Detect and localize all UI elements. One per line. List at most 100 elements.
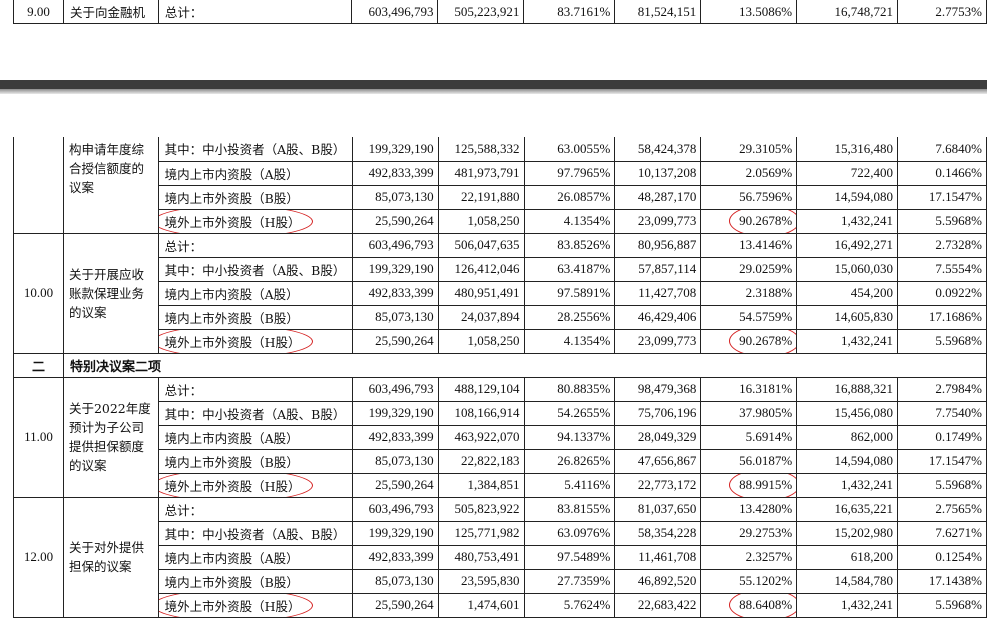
abstain-shares-cell: 15,060,030 — [796, 256, 899, 282]
value-text: 90.2678% — [739, 213, 793, 228]
for-pct-cell: 4.1354% — [523, 208, 616, 234]
seq-cell: 12.00 — [13, 496, 64, 618]
for-shares-cell: 1,058,250 — [437, 208, 525, 234]
against-shares-cell: 80,956,887 — [614, 232, 702, 258]
category-label: 境外上市外资股（H股） — [164, 334, 301, 350]
abstain-pct-cell: 7.7540% — [897, 400, 987, 426]
against-pct-cell: 56.0187% — [700, 448, 798, 474]
category-label: 境外上市外资股（H股） — [164, 478, 301, 494]
seq-cell: 10.00 — [13, 232, 64, 354]
for-shares-cell: 22,191,880 — [437, 184, 525, 210]
voting-results-table: 构申请年度综合授信额度的议案 其中：中小投资者（A股、B股） 199,329,190… — [13, 137, 987, 618]
abstain-shares-cell: 16,888,321 — [796, 376, 899, 402]
against-shares-cell: 10,137,208 — [614, 160, 702, 186]
category-cell: 境外上市外资股（H股） — [157, 328, 353, 354]
against-shares-cell: 81,524,151 — [614, 0, 702, 24]
highlighted-value: 90.2678% — [729, 330, 796, 352]
against-shares-cell: 98,479,368 — [614, 376, 702, 402]
against-pct-cell: 37.9805% — [700, 400, 798, 426]
abstain-pct-cell: 17.1547% — [897, 448, 987, 474]
highlighted-value: 88.6408% — [729, 594, 796, 616]
against-shares-cell: 57,857,114 — [614, 256, 702, 282]
against-pct-cell: 29.3105% — [700, 137, 798, 162]
against-shares-cell: 81,037,650 — [614, 496, 702, 522]
abstain-shares-cell: 618,200 — [796, 544, 899, 570]
against-pct-cell: 88.6408% — [700, 592, 798, 618]
abstain-shares-cell: 722,400 — [796, 160, 899, 186]
total-shares-cell: 199,329,190 — [351, 400, 439, 426]
for-shares-cell: 480,951,491 — [437, 280, 525, 306]
for-pct-cell: 83.7161% — [523, 0, 616, 24]
against-pct-cell: 29.0259% — [700, 256, 798, 282]
for-shares-cell: 1,384,851 — [437, 472, 525, 498]
table-row: 境外上市外资股（H股） 25,590,264 1,474,601 5.7624% 22,… — [14, 592, 987, 618]
against-pct-cell: 54.5759% — [700, 304, 798, 330]
category-cell: 境内上市外资股（B股） — [157, 184, 353, 210]
total-shares-cell: 199,329,190 — [351, 256, 439, 282]
category-cell: 其中：中小投资者（A股、B股） — [157, 137, 353, 162]
for-pct-cell: 27.7359% — [523, 568, 616, 594]
proposal-name-cell: 关于对外提供担保的议案 — [62, 496, 159, 618]
top-table: 9.00 关于向金融机 总计： 603,496,793 505,223,921 … — [13, 0, 987, 24]
table-row: 境内上市内资股（A股） 492,833,399 480,951,491 97.5891… — [14, 280, 987, 306]
against-shares-cell: 22,773,172 — [614, 472, 702, 498]
for-shares-cell: 126,412,046 — [437, 256, 525, 282]
against-pct-cell: 56.7596% — [700, 184, 798, 210]
abstain-shares-cell: 14,605,830 — [796, 304, 899, 330]
table-row: 境外上市外资股（H股） 25,590,264 1,058,250 4.1354% 23,… — [14, 328, 987, 354]
for-shares-cell: 506,047,635 — [437, 232, 525, 258]
for-pct-cell: 5.4116% — [523, 472, 616, 498]
abstain-shares-cell: 14,594,080 — [796, 448, 899, 474]
total-shares-cell: 199,329,190 — [351, 137, 439, 162]
proposal-name-cell: 关于2022年度预计为子公司提供担保额度的议案 — [62, 376, 159, 498]
abstain-shares-cell: 14,584,780 — [796, 568, 899, 594]
against-shares-cell: 46,429,406 — [614, 304, 702, 330]
abstain-pct-cell: 0.1466% — [897, 160, 987, 186]
abstain-pct-cell: 0.0922% — [897, 280, 987, 306]
against-shares-cell: 47,656,867 — [614, 448, 702, 474]
table-row: 其中：中小投资者（A股、B股） 199,329,190 125,771,982 63.… — [14, 520, 987, 546]
for-pct-cell: 63.0055% — [523, 137, 616, 162]
for-pct-cell: 5.7624% — [523, 592, 616, 618]
abstain-pct-cell: 5.5968% — [897, 592, 987, 618]
for-pct-cell: 83.8155% — [523, 496, 616, 522]
highlighted-value: 88.9915% — [729, 474, 796, 496]
table-row: 境内上市外资股（B股） 85,073,130 23,595,830 27.7359% 4… — [14, 568, 987, 594]
total-shares-cell: 25,590,264 — [351, 592, 439, 618]
abstain-pct-cell: 17.1438% — [897, 568, 987, 594]
against-pct-cell: 16.3181% — [700, 376, 798, 402]
section-number: 二 — [13, 352, 64, 378]
highlighted-value: 90.2678% — [729, 210, 796, 232]
table-row: 境内上市外资股（B股） 85,073,130 22,191,880 26.0857% 4… — [14, 184, 987, 210]
against-shares-cell: 23,099,773 — [614, 328, 702, 354]
category-cell: 其中：中小投资者（A股、B股） — [157, 400, 353, 426]
total-shares-cell: 492,833,399 — [351, 160, 439, 186]
for-shares-cell: 488,129,104 — [437, 376, 525, 402]
abstain-shares-cell: 15,316,480 — [796, 137, 899, 162]
against-shares-cell: 23,099,773 — [614, 208, 702, 234]
against-pct-cell: 2.0569% — [700, 160, 798, 186]
total-shares-cell: 85,073,130 — [351, 184, 439, 210]
table-row: 11.00 关于2022年度预计为子公司提供担保额度的议案 总计： 603,496,7… — [13, 376, 987, 498]
abstain-pct-cell: 5.5968% — [897, 208, 987, 234]
against-shares-cell: 28,049,329 — [614, 424, 702, 450]
against-pct-cell: 2.3257% — [700, 544, 798, 570]
category-cell: 境内上市内资股（A股） — [157, 280, 353, 306]
abstain-pct-cell: 2.7984% — [897, 376, 987, 402]
total-shares-cell: 25,590,264 — [351, 208, 439, 234]
for-shares-cell: 463,922,070 — [437, 424, 525, 450]
table-row: 境内上市外资股（B股） 85,073,130 22,822,183 26.8265% 4… — [14, 448, 987, 474]
against-pct-cell: 13.5086% — [700, 0, 798, 24]
abstain-shares-cell: 1,432,241 — [796, 328, 899, 354]
abstain-pct-cell: 5.5968% — [897, 472, 987, 498]
against-shares-cell: 46,892,520 — [614, 568, 702, 594]
highlighted-category: 境外上市外资股（H股） — [159, 330, 313, 352]
for-pct-cell: 80.8835% — [523, 376, 616, 402]
for-pct-cell: 26.0857% — [523, 184, 616, 210]
for-shares-cell: 23,595,830 — [437, 568, 525, 594]
category-cell: 境内上市内资股（A股） — [157, 160, 353, 186]
total-shares-cell: 603,496,793 — [351, 376, 439, 402]
abstain-shares-cell: 15,202,980 — [796, 520, 899, 546]
table-row: 其中：中小投资者（A股、B股） 199,329,190 108,166,914 54.… — [14, 400, 987, 426]
total-shares-cell: 492,833,399 — [351, 280, 439, 306]
